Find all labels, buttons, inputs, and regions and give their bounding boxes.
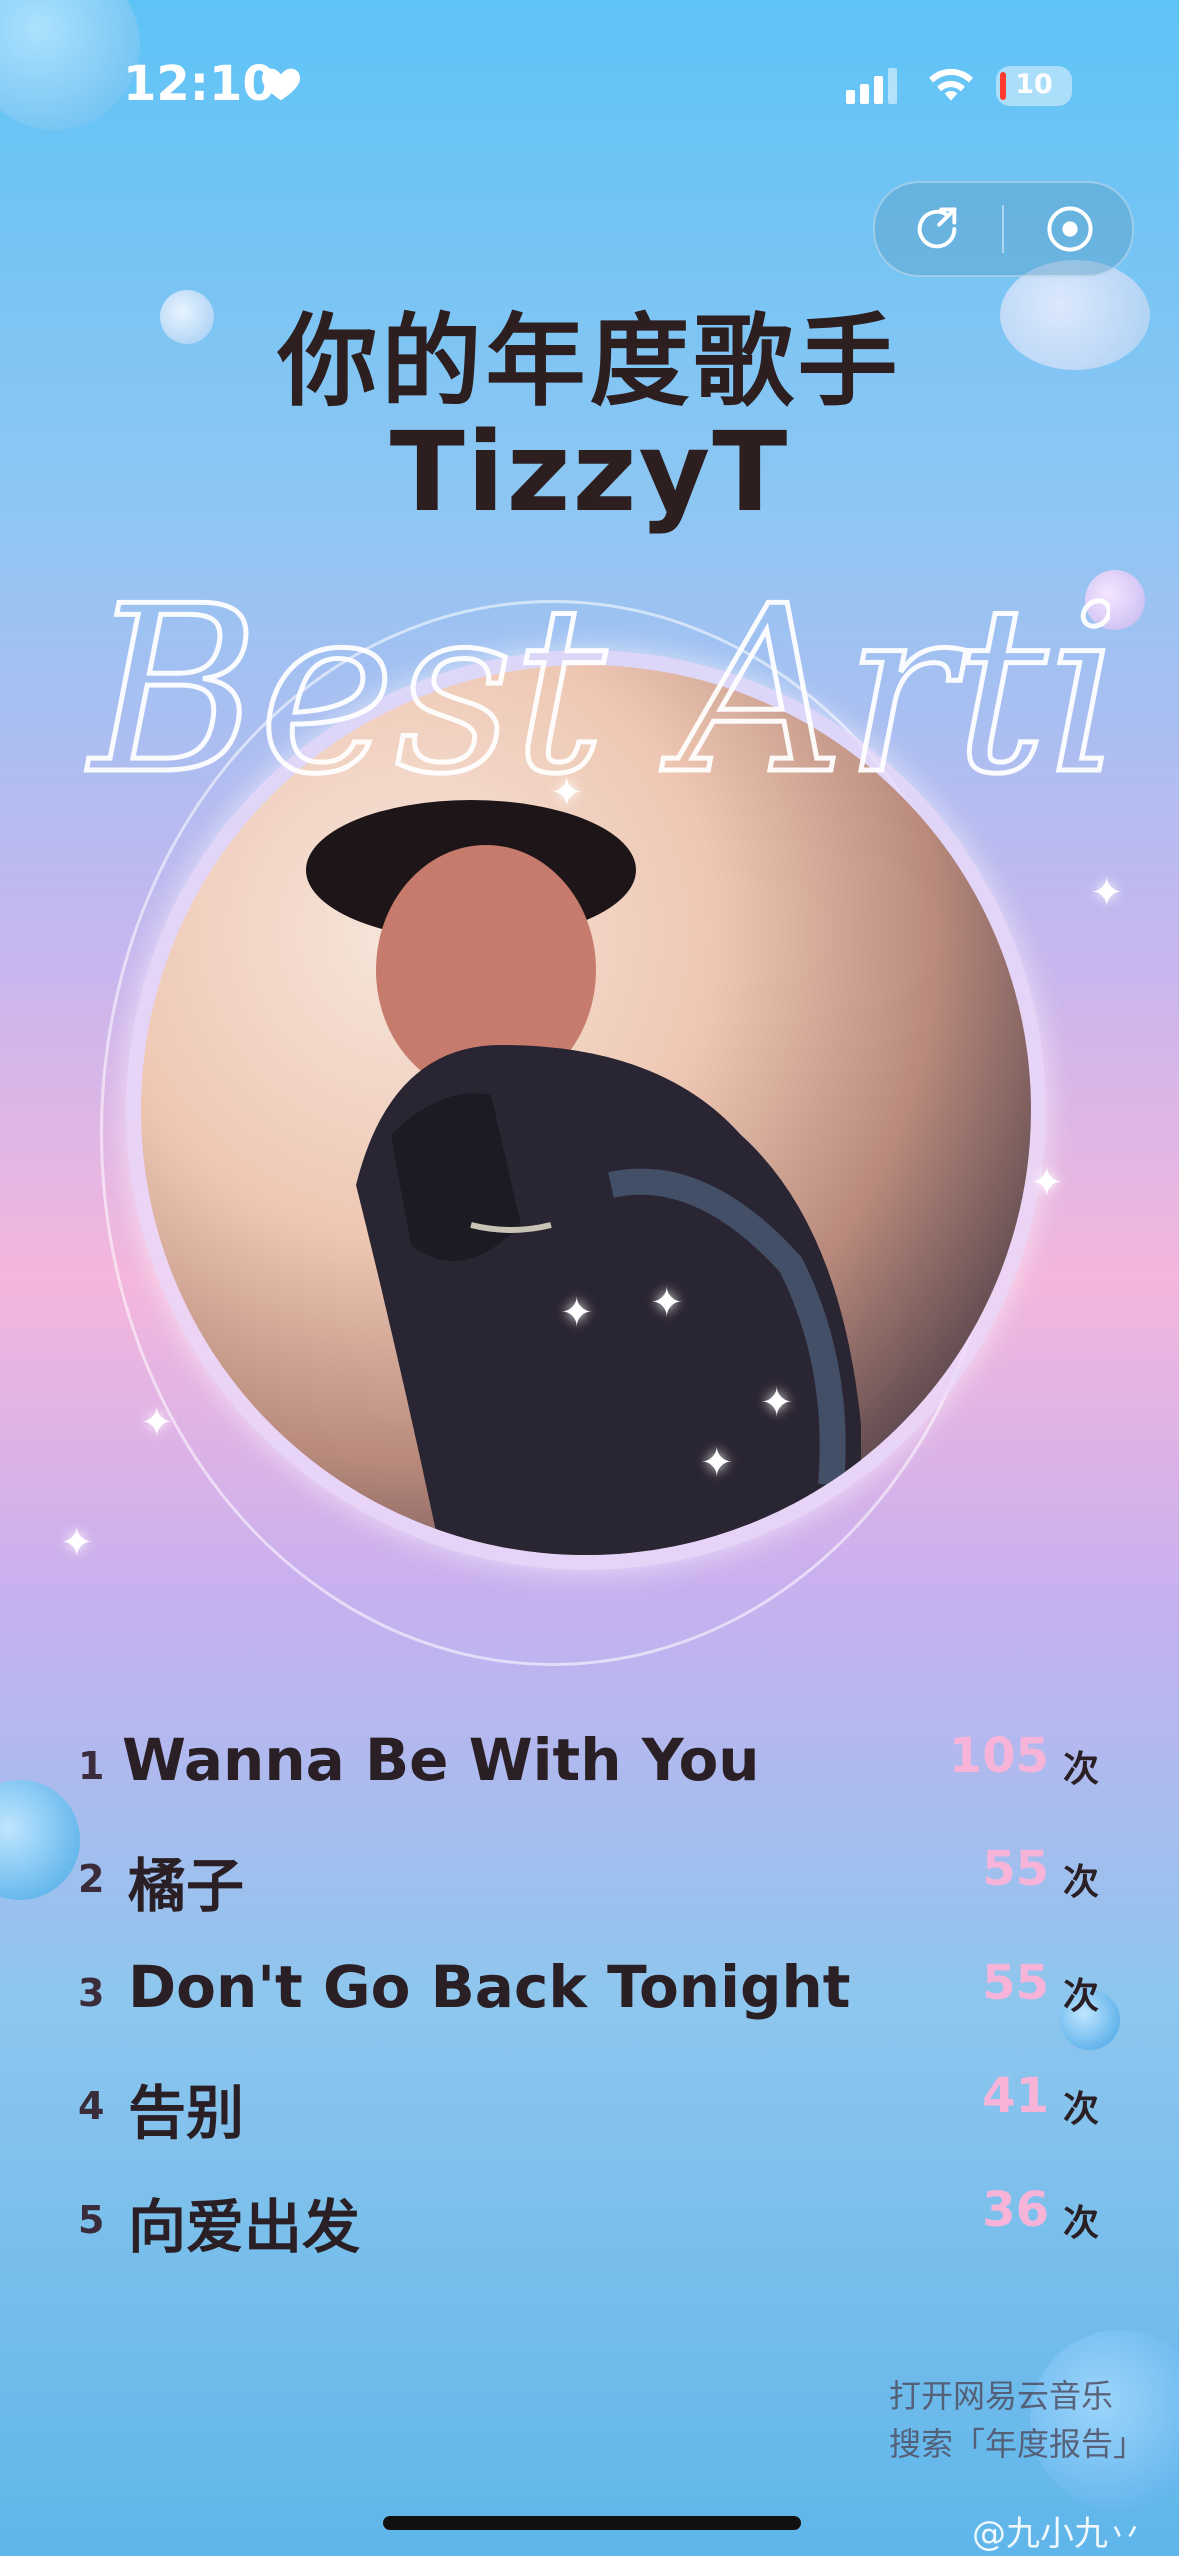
song-rank: 4 (78, 2084, 105, 2128)
action-pill (873, 181, 1134, 277)
play-count: 105 (948, 1728, 1049, 1784)
signal-icon (846, 68, 902, 104)
page-title: 你的年度歌手 (277, 303, 902, 420)
song-row[interactable]: 1 Wanna Be With You 105 次 (0, 1722, 1179, 1812)
sparkle-decoration: ✦ (1090, 870, 1124, 916)
sparkle-decoration: ✦ (760, 1380, 794, 1426)
song-rank: 3 (78, 1971, 105, 2015)
promo-line-2: 搜索「年度报告」 (889, 2425, 1146, 2463)
battery-icon: 10 (996, 66, 1072, 106)
home-indicator[interactable] (383, 2516, 801, 2530)
play-count-unit: 次 (1062, 2089, 1099, 2130)
watermark: @九小九丷 (972, 2514, 1142, 2554)
song-title: 橘子 (128, 1852, 245, 1920)
share-button[interactable] (905, 197, 969, 261)
wifi-icon (929, 68, 973, 101)
song-title: Wanna Be With You (122, 1726, 760, 1794)
song-rank: 1 (78, 1744, 105, 1788)
sparkle-decoration: ✦ (560, 1290, 594, 1336)
sparkle-decoration: ✦ (140, 1400, 174, 1446)
status-time: 12:10 (123, 56, 276, 112)
song-row[interactable]: 3 Don't Go Back Tonight 55 次 (0, 1949, 1179, 2039)
play-count-unit: 次 (1062, 1976, 1099, 2017)
play-count: 55 (982, 1955, 1049, 2011)
record-icon (1047, 206, 1093, 252)
share-icon (917, 207, 957, 249)
status-bar: 12:10 10 (0, 0, 1179, 180)
best-artist-script: Best Artist (84, 556, 1111, 828)
song-rank: 2 (78, 1857, 105, 1901)
play-count-unit: 次 (1062, 2203, 1099, 2244)
song-row[interactable]: 5 向爱出发 36 次 (0, 2176, 1179, 2266)
promo-text: 打开网易云音乐 搜索「年度报告」 (889, 2372, 1145, 2468)
song-title: 向爱出发 (128, 2193, 361, 2261)
song-title: Don't Go Back Tonight (128, 1953, 851, 2021)
song-rank: 5 (78, 2198, 105, 2242)
pill-divider (1002, 205, 1004, 253)
sparkle-decoration: ✦ (60, 1520, 94, 1566)
sparkle-decoration: ✦ (700, 1440, 734, 1486)
svg-text:Best Artist: Best Artist (86, 558, 1110, 825)
play-count: 55 (982, 1841, 1049, 1897)
play-count: 36 (982, 2182, 1049, 2238)
song-row[interactable]: 2 橘子 55 次 (0, 1835, 1179, 1925)
play-count: 41 (982, 2068, 1049, 2124)
play-count-unit: 次 (1062, 1749, 1099, 1790)
heart-icon (261, 68, 301, 101)
sparkle-decoration: ✦ (650, 1280, 684, 1326)
sparkle-decoration: ✦ (550, 770, 584, 816)
record-button[interactable] (1038, 197, 1102, 261)
play-count-unit: 次 (1062, 1862, 1099, 1903)
promo-line-1: 打开网易云音乐 (889, 2377, 1114, 2415)
song-title: 告别 (128, 2079, 245, 2147)
battery-level: 10 (1015, 69, 1053, 100)
sparkle-decoration: ✦ (1030, 1160, 1064, 1206)
song-row[interactable]: 4 告别 41 次 (0, 2062, 1179, 2152)
annual-report-screen: 12:10 10 你的年度歌手 TizzyT Best Art ✦ ✦ ✦ ✦ … (0, 0, 1179, 2556)
